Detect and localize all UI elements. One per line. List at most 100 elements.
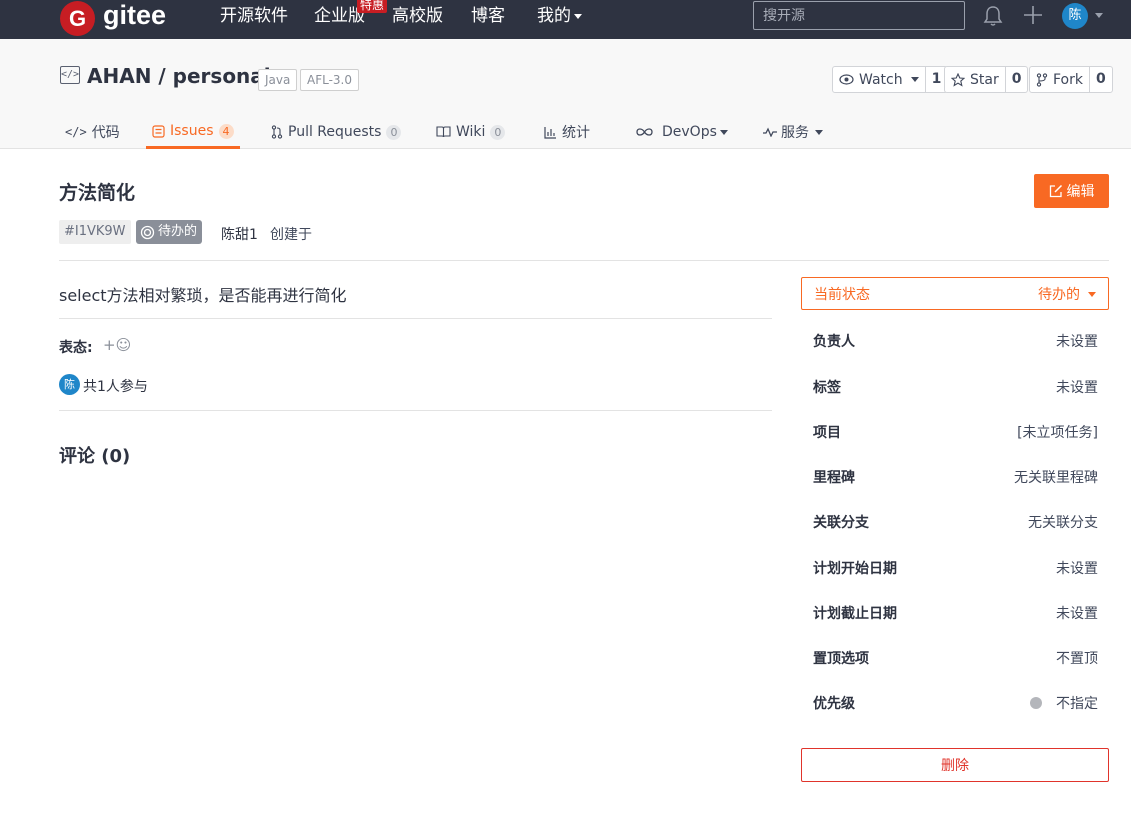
promo-badge: 特惠 (357, 0, 388, 13)
tab-devops[interactable]: DevOps (635, 116, 728, 148)
reaction-label: 表态: (59, 340, 93, 356)
tab-code[interactable]: </> 代码 (65, 116, 120, 148)
field-label: 关联分支 (813, 515, 869, 531)
eye-icon (839, 74, 854, 85)
issue-state-label: 待办的 (158, 224, 198, 239)
field-label: 里程碑 (813, 470, 855, 486)
divider (59, 318, 772, 319)
fork-label: Fork (1053, 71, 1083, 88)
field-milestone[interactable]: 里程碑 无关联里程碑 (813, 467, 1098, 487)
comments-heading: 评论 (0) (59, 446, 131, 467)
tab-pr-label: Pull Requests (288, 124, 382, 140)
field-branch[interactable]: 关联分支 无关联分支 (813, 512, 1098, 532)
status-dropdown[interactable]: 当前状态 待办的 (801, 277, 1109, 310)
field-value: 无关联里程碑 (1014, 470, 1098, 486)
issue-state-badge: 待办的 (136, 220, 203, 244)
field-label: 优先级 (813, 696, 855, 712)
code-icon: </> (65, 125, 87, 139)
divider (59, 410, 772, 411)
field-value: 未设置 (1056, 606, 1098, 622)
repo-title[interactable]: AHAN / personal (87, 64, 271, 88)
nav-mine[interactable]: 我的 (537, 0, 582, 33)
tab-code-label: 代码 (91, 125, 120, 141)
tab-services-label: 服务 (781, 125, 809, 141)
star-icon (951, 72, 965, 87)
wiki-count-badge: 0 (490, 124, 506, 140)
field-value: 未设置 (1056, 380, 1098, 396)
pr-count-badge: 0 (386, 124, 402, 140)
field-label: 负责人 (813, 334, 855, 350)
brand-name[interactable]: gitee (103, 0, 166, 32)
field-value: 无关联分支 (1028, 515, 1098, 531)
tab-stats-label: 统计 (562, 125, 590, 141)
issue-author[interactable]: 陈甜1 (221, 224, 258, 244)
language-tag[interactable]: Java (258, 69, 298, 91)
chevron-down-icon (815, 129, 823, 135)
field-label: 置顶选项 (813, 651, 869, 667)
participant-avatar[interactable]: 陈 (59, 374, 80, 395)
tab-issues-label: Issues (170, 123, 214, 139)
field-project[interactable]: 项目 [未立项任务] (813, 422, 1098, 442)
nav-mine-label: 我的 (537, 6, 571, 26)
delete-button[interactable]: 删除 (801, 748, 1109, 782)
status-value: 待办的 (1038, 286, 1080, 303)
star-count[interactable]: 0 (1004, 67, 1028, 92)
pulse-icon (763, 127, 777, 137)
field-start-date[interactable]: 计划开始日期 未设置 (813, 558, 1098, 578)
tab-wiki[interactable]: Wiki 0 (436, 116, 506, 148)
nav-open-source[interactable]: 开源软件 (220, 0, 288, 33)
watch-label: Watch (859, 71, 903, 88)
add-reaction-button[interactable]: +☺ (103, 336, 131, 354)
search-input[interactable] (753, 1, 965, 30)
gitee-logo-icon[interactable]: G (60, 1, 95, 36)
field-priority[interactable]: 优先级 不指定 (813, 693, 1098, 713)
tab-issues[interactable]: Issues 4 (146, 116, 240, 149)
priority-dot-icon (1030, 697, 1042, 709)
fork-icon (1036, 72, 1048, 87)
tab-pull-requests[interactable]: Pull Requests 0 (271, 116, 402, 148)
star-label: Star (970, 71, 999, 88)
tab-wiki-label: Wiki (456, 124, 486, 140)
field-value: 不置顶 (1056, 651, 1098, 667)
tab-stats[interactable]: 统计 (544, 116, 590, 148)
field-value: [未立项任务] (1017, 425, 1098, 441)
open-status-icon (140, 225, 155, 239)
nav-blog[interactable]: 博客 (471, 0, 505, 33)
book-icon (436, 126, 451, 138)
issue-title: 方法简化 (59, 182, 136, 204)
divider (59, 260, 1109, 261)
participants-count: 共1人参与 (83, 379, 148, 395)
license-tag[interactable]: AFL-3.0 (300, 69, 359, 91)
chevron-down-icon (910, 77, 919, 82)
plus-icon[interactable] (1023, 5, 1043, 25)
chevron-down-icon (719, 129, 728, 135)
watch-button[interactable]: Watch 1 (832, 66, 949, 93)
bell-icon[interactable] (983, 5, 1003, 27)
pull-request-icon (271, 125, 283, 139)
field-pin[interactable]: 置顶选项 不置顶 (813, 648, 1098, 668)
chevron-down-icon (1088, 292, 1096, 297)
bar-chart-icon (544, 126, 556, 139)
tab-devops-label: DevOps (662, 124, 717, 140)
fork-button[interactable]: Fork 0 (1029, 66, 1113, 93)
field-value: 未设置 (1056, 334, 1098, 350)
nav-education[interactable]: 高校版 (392, 0, 443, 33)
field-label: 计划截止日期 (813, 606, 897, 622)
chevron-down-icon[interactable] (1095, 13, 1103, 18)
top-navbar: G gitee 开源软件 企业版 特惠 高校版 博客 我的 陈 (0, 0, 1131, 39)
issue-description: select方法相对繁琐，是否能再进行简化 (59, 286, 347, 305)
star-button[interactable]: Star 0 (944, 66, 1029, 93)
field-due-date[interactable]: 计划截止日期 未设置 (813, 603, 1098, 623)
field-labels[interactable]: 标签 未设置 (813, 377, 1098, 397)
user-avatar[interactable]: 陈 (1062, 3, 1088, 29)
field-value: 未设置 (1056, 561, 1098, 577)
code-repo-icon: </> (60, 66, 80, 84)
edit-button-label: 编辑 (1066, 183, 1095, 199)
fork-count[interactable]: 0 (1088, 67, 1112, 92)
status-label: 当前状态 (814, 286, 870, 303)
field-assignee[interactable]: 负责人 未设置 (813, 331, 1098, 351)
tab-services[interactable]: 服务 (762, 116, 823, 148)
infinity-icon (636, 128, 653, 136)
edit-button[interactable]: 编辑 (1034, 174, 1109, 208)
chevron-down-icon (574, 13, 582, 19)
